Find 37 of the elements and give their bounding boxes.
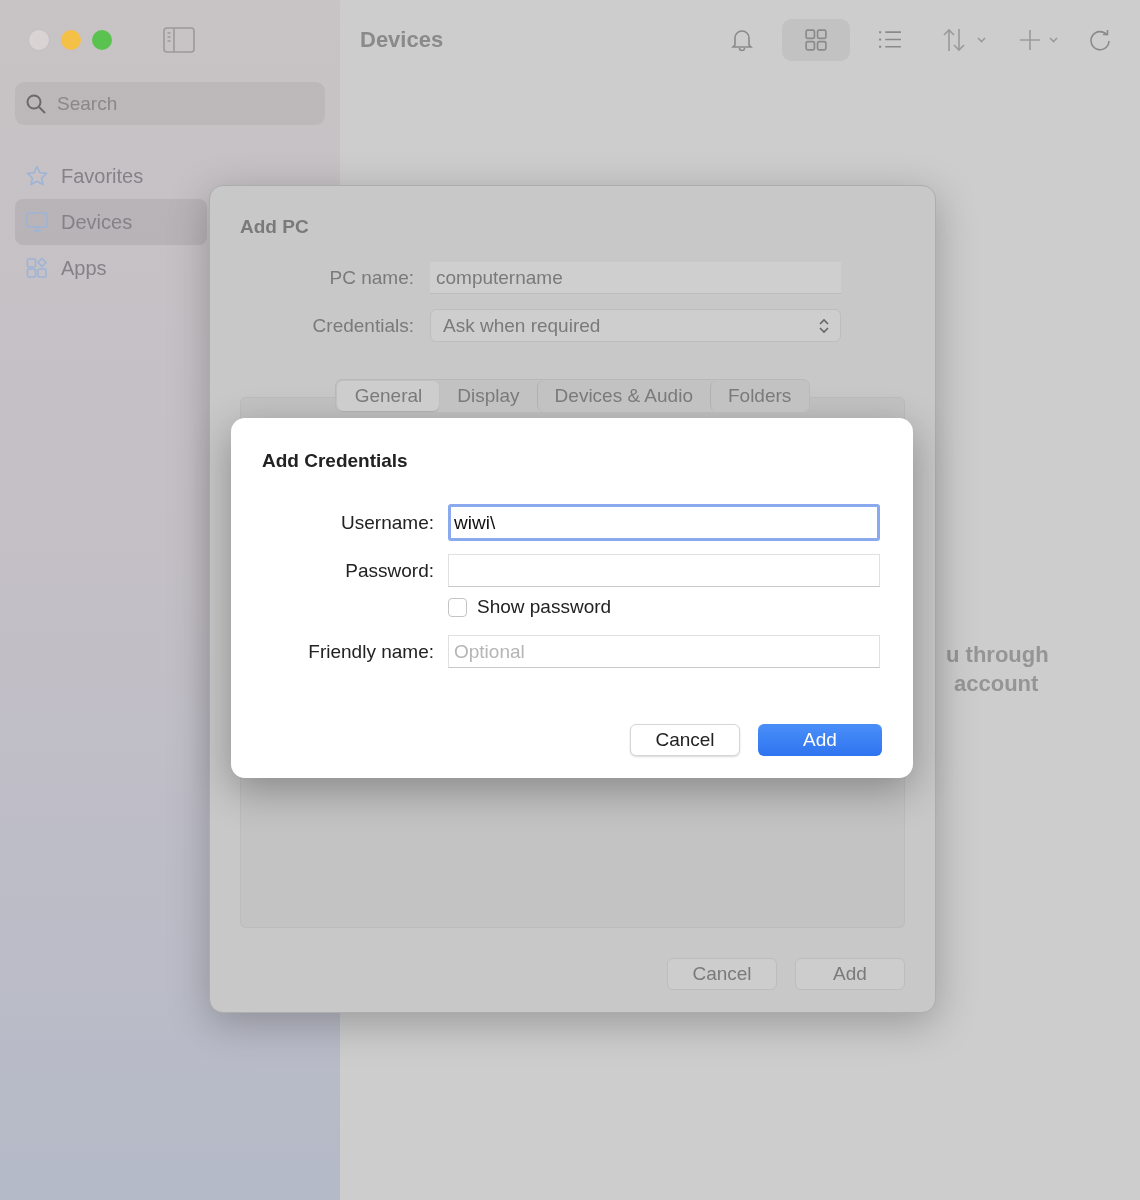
dialog-title: Add PC bbox=[240, 216, 310, 238]
tab[interactable]: Devices & Audio bbox=[536, 381, 710, 411]
zoom-button[interactable] bbox=[92, 30, 112, 50]
sidebar-toggle-icon[interactable] bbox=[163, 27, 195, 53]
input-field[interactable]: Optional bbox=[448, 635, 880, 668]
field-label: Username: bbox=[340, 511, 434, 534]
tab[interactable]: Folders bbox=[709, 381, 809, 411]
star-icon bbox=[25, 164, 49, 188]
field-label: Credentials: bbox=[311, 314, 414, 337]
credentials-popup[interactable]: Ask when required bbox=[430, 309, 841, 342]
tab[interactable]: General bbox=[336, 381, 440, 411]
tab[interactable]: Display bbox=[439, 381, 537, 411]
empty-state-text: account bbox=[953, 670, 1039, 698]
refresh-icon bbox=[1087, 27, 1113, 53]
apps-icon bbox=[25, 256, 49, 280]
dialog-title: Add Credentials bbox=[262, 450, 409, 472]
dialog-button[interactable]: Cancel bbox=[667, 958, 777, 990]
bell-icon bbox=[729, 27, 755, 53]
input-field[interactable]: wiwi\ bbox=[448, 504, 880, 541]
sidebar-item[interactable]: Apps bbox=[15, 245, 207, 291]
cancel-button[interactable]: Cancel bbox=[630, 724, 740, 756]
input-field[interactable] bbox=[448, 554, 880, 587]
checkbox[interactable] bbox=[448, 597, 467, 617]
field-label: Password: bbox=[344, 559, 434, 582]
view-mode-button[interactable] bbox=[782, 19, 850, 61]
add-button[interactable]: Add bbox=[758, 724, 882, 756]
checkbox-label: Show password bbox=[477, 596, 612, 618]
window-title: Devices bbox=[360, 27, 445, 53]
minimize-button[interactable] bbox=[61, 30, 81, 50]
sidebar-item[interactable]: Favorites bbox=[15, 153, 207, 199]
field-label: PC name: bbox=[328, 267, 414, 289]
grid-icon bbox=[803, 27, 829, 53]
dialog-button[interactable]: Add bbox=[795, 958, 905, 990]
search-icon bbox=[25, 93, 47, 115]
field-label: Friendly name: bbox=[307, 640, 434, 663]
input-field[interactable]: computername bbox=[430, 262, 841, 294]
monitor-icon bbox=[25, 210, 49, 234]
